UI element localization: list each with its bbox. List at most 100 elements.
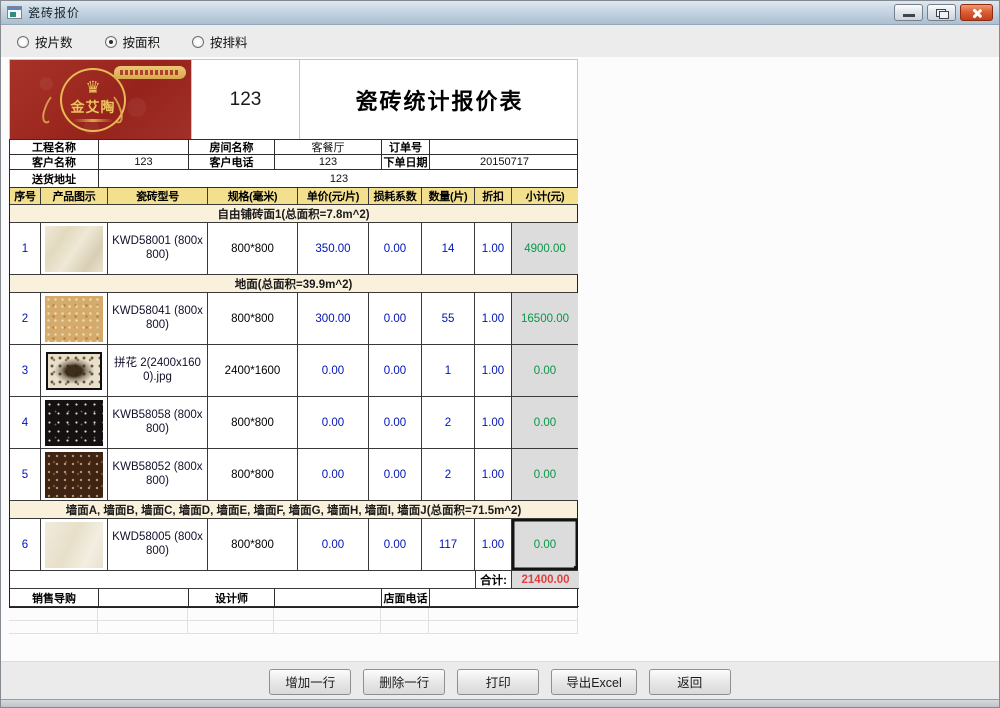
product-image-cell[interactable] bbox=[41, 293, 108, 345]
unit-price-cell[interactable]: 0.00 bbox=[298, 345, 369, 397]
subtotal-cell[interactable]: 0.00 bbox=[512, 397, 578, 449]
row-number-cell[interactable]: 1 bbox=[10, 223, 41, 275]
empty-grid-cell[interactable] bbox=[98, 608, 188, 621]
restore-button[interactable] bbox=[927, 4, 956, 21]
quantity-cell[interactable]: 2 bbox=[422, 397, 475, 449]
product-image-cell[interactable] bbox=[41, 397, 108, 449]
add-row-button[interactable]: 增加一行 bbox=[269, 669, 351, 695]
radio-icon[interactable] bbox=[17, 36, 29, 48]
empty-grid-cell[interactable] bbox=[381, 608, 429, 621]
row-number-cell[interactable]: 3 bbox=[10, 345, 41, 397]
loss-factor-cell[interactable]: 0.00 bbox=[369, 293, 422, 345]
spec-cell[interactable]: 800*800 bbox=[208, 293, 298, 345]
empty-grid-row[interactable] bbox=[9, 608, 578, 621]
spec-cell[interactable]: 2400*1600 bbox=[208, 345, 298, 397]
loss-factor-cell[interactable]: 0.00 bbox=[369, 449, 422, 501]
loss-factor-cell[interactable]: 0.00 bbox=[369, 519, 422, 571]
discount-cell[interactable]: 1.00 bbox=[475, 397, 512, 449]
product-image-cell[interactable] bbox=[41, 223, 108, 275]
info-value[interactable] bbox=[430, 140, 579, 154]
discount-cell[interactable]: 1.00 bbox=[475, 293, 512, 345]
empty-grid-cell[interactable] bbox=[381, 621, 429, 634]
empty-grid-cell[interactable] bbox=[274, 608, 381, 621]
empty-grid-cell[interactable] bbox=[274, 621, 381, 634]
info-value[interactable]: 123 bbox=[99, 155, 189, 169]
designer-label: 设计师 bbox=[189, 589, 275, 607]
empty-grid-row[interactable] bbox=[9, 621, 578, 634]
quantity-cell[interactable]: 2 bbox=[422, 449, 475, 501]
section-row[interactable]: 墙面A, 墙面B, 墙面C, 墙面D, 墙面E, 墙面F, 墙面G, 墙面H, … bbox=[10, 501, 577, 519]
product-image-cell[interactable] bbox=[41, 449, 108, 501]
subtotal-cell[interactable]: 0.00 bbox=[512, 345, 578, 397]
spec-cell[interactable]: 800*800 bbox=[208, 519, 298, 571]
address-value[interactable]: 123 bbox=[99, 170, 579, 187]
spec-cell[interactable]: 800*800 bbox=[208, 449, 298, 501]
quantity-cell[interactable]: 14 bbox=[422, 223, 475, 275]
row-number-cell[interactable]: 4 bbox=[10, 397, 41, 449]
unit-price-cell[interactable]: 0.00 bbox=[298, 519, 369, 571]
empty-grid-cell[interactable] bbox=[9, 608, 98, 621]
quantity-cell[interactable]: 1 bbox=[422, 345, 475, 397]
model-cell[interactable]: KWB58058 (800x800) bbox=[108, 397, 208, 449]
subtotal-cell[interactable]: 4900.00 bbox=[512, 223, 578, 275]
info-value[interactable]: 客餐厅 bbox=[275, 140, 382, 154]
loss-factor-cell[interactable]: 0.00 bbox=[369, 397, 422, 449]
subtotal-cell[interactable]: 16500.00 bbox=[512, 293, 578, 345]
discount-cell[interactable]: 1.00 bbox=[475, 345, 512, 397]
empty-grid-cell[interactable] bbox=[188, 608, 274, 621]
radio-by-piece-count[interactable]: 按片数 bbox=[17, 32, 73, 51]
empty-grid-cell[interactable] bbox=[9, 621, 98, 634]
info-value[interactable]: 123 bbox=[275, 155, 382, 169]
row-number-cell[interactable]: 5 bbox=[10, 449, 41, 501]
minimize-button[interactable] bbox=[894, 4, 923, 21]
unit-price-cell[interactable]: 0.00 bbox=[298, 397, 369, 449]
product-image-cell[interactable] bbox=[41, 345, 108, 397]
subtotal-cell[interactable]: 0.00 bbox=[512, 519, 578, 571]
info-value[interactable]: 20150717 bbox=[430, 155, 579, 169]
section-row[interactable]: 自由铺砖面1(总面积=7.8m^2) bbox=[10, 205, 577, 223]
discount-cell[interactable]: 1.00 bbox=[475, 449, 512, 501]
empty-grid-cell[interactable] bbox=[188, 621, 274, 634]
discount-cell[interactable]: 1.00 bbox=[475, 223, 512, 275]
model-cell[interactable]: 拼花 2(2400x1600).jpg bbox=[108, 345, 208, 397]
row-number-cell[interactable]: 6 bbox=[10, 519, 41, 571]
radio-icon[interactable] bbox=[105, 36, 117, 48]
store-phone-value[interactable] bbox=[430, 589, 579, 607]
sales-guide-value[interactable] bbox=[99, 589, 189, 607]
info-label: 客户电话 bbox=[189, 155, 275, 169]
spec-cell[interactable]: 800*800 bbox=[208, 397, 298, 449]
empty-grid-cell[interactable] bbox=[98, 621, 188, 634]
quantity-cell[interactable]: 55 bbox=[422, 293, 475, 345]
designer-value[interactable] bbox=[275, 589, 382, 607]
spec-cell[interactable]: 800*800 bbox=[208, 223, 298, 275]
model-cell[interactable]: KWD58041 (800x800) bbox=[108, 293, 208, 345]
model-cell[interactable]: KWD58001 (800x800) bbox=[108, 223, 208, 275]
section-row[interactable]: 地面(总面积=39.9m^2) bbox=[10, 275, 577, 293]
delete-row-button[interactable]: 删除一行 bbox=[363, 669, 445, 695]
radio-icon[interactable] bbox=[192, 36, 204, 48]
doc-number-cell[interactable]: 123 bbox=[192, 60, 300, 139]
radio-by-area[interactable]: 按面积 bbox=[105, 32, 161, 51]
export-excel-button[interactable]: 导出Excel bbox=[551, 669, 637, 695]
model-cell[interactable]: KWB58052 (800x800) bbox=[108, 449, 208, 501]
model-cell[interactable]: KWD58005 (800x800) bbox=[108, 519, 208, 571]
info-value[interactable] bbox=[99, 140, 189, 154]
empty-grid-cell[interactable] bbox=[429, 621, 578, 634]
product-image-cell[interactable] bbox=[41, 519, 108, 571]
print-button[interactable]: 打印 bbox=[457, 669, 539, 695]
row-number-cell[interactable]: 2 bbox=[10, 293, 41, 345]
empty-grid-cell[interactable] bbox=[429, 608, 578, 621]
back-button[interactable]: 返回 bbox=[649, 669, 731, 695]
quotation-sheet: ♛ 金艾陶 123 瓷砖统计报价表 工程名称房间名称客餐厅订单号客户名称123客… bbox=[9, 59, 578, 608]
quantity-cell[interactable]: 117 bbox=[422, 519, 475, 571]
loss-factor-cell[interactable]: 0.00 bbox=[369, 345, 422, 397]
unit-price-cell[interactable]: 300.00 bbox=[298, 293, 369, 345]
discount-cell[interactable]: 1.00 bbox=[475, 519, 512, 571]
radio-by-layout[interactable]: 按排料 bbox=[192, 32, 248, 51]
unit-price-cell[interactable]: 0.00 bbox=[298, 449, 369, 501]
column-header-4: 单价(元/片) bbox=[298, 188, 369, 205]
close-button[interactable] bbox=[960, 4, 993, 21]
loss-factor-cell[interactable]: 0.00 bbox=[369, 223, 422, 275]
unit-price-cell[interactable]: 350.00 bbox=[298, 223, 369, 275]
subtotal-cell[interactable]: 0.00 bbox=[512, 449, 578, 501]
